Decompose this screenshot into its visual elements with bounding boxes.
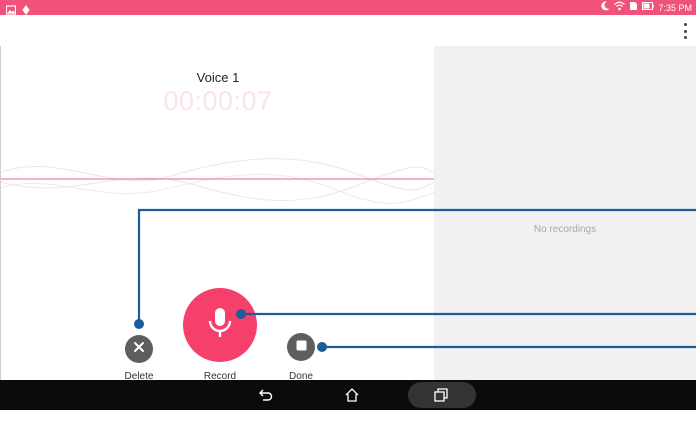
callout-lines	[134, 208, 696, 352]
delete-callout-line	[137, 208, 696, 324]
navigation-bar	[0, 380, 696, 410]
done-callout-dot	[317, 342, 327, 352]
record-callout-dot	[236, 309, 246, 319]
recents-icon[interactable]	[430, 386, 452, 404]
app-window: 7:35 PM Voice 1 00:00:07 No recordings D…	[0, 0, 696, 440]
back-icon[interactable]	[255, 386, 277, 404]
bottom-margin	[0, 410, 696, 440]
home-icon[interactable]	[341, 386, 363, 404]
delete-callout-dot	[134, 319, 144, 329]
